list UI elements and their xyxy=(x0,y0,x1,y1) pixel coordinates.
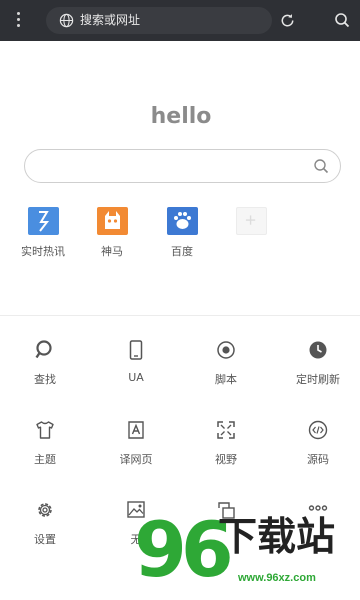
quick-link-baidu[interactable]: 百度 xyxy=(150,207,214,259)
address-bar[interactable]: 搜索或网址 xyxy=(46,7,272,34)
tool-source[interactable]: 源码 xyxy=(280,419,356,467)
tool-find[interactable]: 查找 xyxy=(7,339,83,387)
tool-label: 脚本 xyxy=(215,373,237,386)
source-code-icon xyxy=(308,420,328,440)
tool-label: 源码 xyxy=(307,453,329,466)
tool-label: 译网页 xyxy=(119,453,153,466)
quick-link-label: 神马 xyxy=(101,245,123,258)
hot-news-icon xyxy=(27,207,59,235)
reload-icon[interactable] xyxy=(279,12,296,29)
tool-label: 视野 xyxy=(215,453,237,466)
address-placeholder: 搜索或网址 xyxy=(80,13,141,27)
watermark-number: 96 xyxy=(134,505,234,594)
search-icon[interactable] xyxy=(313,158,329,174)
tool-timed-refresh[interactable]: 定时刷新 xyxy=(280,339,356,387)
tool-theme[interactable]: 主题 xyxy=(7,419,83,467)
tool-label: 查找 xyxy=(34,373,56,386)
menu-dots-icon[interactable] xyxy=(16,12,22,28)
script-icon xyxy=(217,341,235,359)
watermark-logo: 96 下载站 www.96xz.com xyxy=(134,505,360,598)
quick-link-shenma[interactable]: 神马 xyxy=(80,207,144,259)
quick-link-label: 百度 xyxy=(171,245,193,258)
shenma-icon xyxy=(96,207,128,235)
watermark-text: 下载站 xyxy=(218,515,336,560)
phone-ua-icon xyxy=(129,340,143,360)
browser-toolbar: 搜索或网址 xyxy=(0,0,360,41)
tool-fullscreen[interactable]: 视野 xyxy=(188,419,264,467)
globe-icon xyxy=(59,13,74,28)
tool-settings[interactable]: 设置 xyxy=(7,499,83,547)
tool-script[interactable]: 脚本 xyxy=(188,339,264,387)
tool-label: 主题 xyxy=(34,453,56,466)
fullscreen-icon xyxy=(217,421,235,439)
theme-shirt-icon xyxy=(36,421,54,439)
add-shortcut-icon xyxy=(235,207,267,235)
tool-label: 设置 xyxy=(34,533,56,546)
quick-link-hot-news[interactable]: 实时热讯 xyxy=(11,207,75,259)
settings-gear-icon xyxy=(38,503,52,517)
page-heading: hello xyxy=(150,104,212,129)
tool-label: UA xyxy=(128,371,144,384)
tool-label: 定时刷新 xyxy=(296,373,340,386)
quick-link-label: 实时热讯 xyxy=(21,245,65,258)
translate-icon xyxy=(128,421,144,439)
search-icon[interactable] xyxy=(334,12,350,28)
tool-translate[interactable]: 译网页 xyxy=(98,419,174,467)
search-input[interactable] xyxy=(24,149,341,183)
find-icon xyxy=(35,340,52,359)
clock-icon xyxy=(309,341,327,359)
baidu-icon xyxy=(166,207,198,235)
section-divider xyxy=(0,315,360,316)
watermark-url: www.96xz.com xyxy=(238,572,316,584)
add-shortcut-button[interactable] xyxy=(219,207,283,243)
tool-ua[interactable]: UA xyxy=(98,339,174,384)
